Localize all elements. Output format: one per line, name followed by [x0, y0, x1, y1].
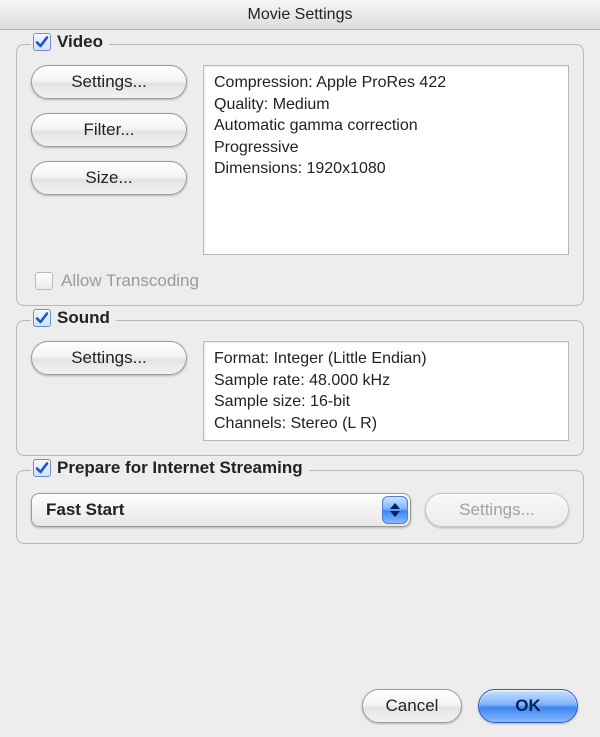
video-info-dimensions: Dimensions: 1920x1080	[214, 158, 558, 180]
sound-group: Sound Settings... Format: Integer (Littl…	[16, 320, 584, 456]
video-info-box: Compression: Apple ProRes 422 Quality: M…	[203, 65, 569, 255]
video-row: Settings... Filter... Size... Compressio…	[31, 65, 569, 255]
video-button-column: Settings... Filter... Size...	[31, 65, 187, 195]
sound-info-format: Format: Integer (Little Endian)	[214, 348, 558, 370]
allow-transcoding-label: Allow Transcoding	[61, 271, 199, 291]
streaming-group: Prepare for Internet Streaming Fast Star…	[16, 470, 584, 544]
allow-transcoding-checkbox	[35, 272, 53, 290]
sound-info-channels: Channels: Stereo (L R)	[214, 413, 558, 435]
sound-info-box: Format: Integer (Little Endian) Sample r…	[203, 341, 569, 441]
streaming-mode-popup[interactable]: Fast Start	[31, 493, 411, 527]
sound-row: Settings... Format: Integer (Little Endi…	[31, 341, 569, 441]
movie-settings-window: Movie Settings Video Settings... Filter.…	[0, 0, 600, 737]
streaming-legend: Prepare for Internet Streaming	[31, 458, 309, 478]
video-size-button[interactable]: Size...	[31, 161, 187, 195]
video-settings-button[interactable]: Settings...	[31, 65, 187, 99]
chevron-down-icon	[390, 511, 400, 517]
check-icon	[35, 461, 49, 475]
video-group: Video Settings... Filter... Size... Comp…	[16, 44, 584, 306]
streaming-checkbox[interactable]	[33, 459, 51, 477]
content-area: Video Settings... Filter... Size... Comp…	[0, 30, 600, 683]
popup-arrows-icon	[382, 496, 408, 524]
titlebar: Movie Settings	[0, 0, 600, 30]
sound-button-column: Settings...	[31, 341, 187, 375]
sound-legend: Sound	[31, 308, 116, 328]
sound-settings-button[interactable]: Settings...	[31, 341, 187, 375]
video-legend: Video	[31, 32, 109, 52]
sound-checkbox[interactable]	[33, 309, 51, 327]
sound-legend-label: Sound	[57, 308, 110, 328]
sound-info-samplesize: Sample size: 16-bit	[214, 391, 558, 413]
window-title: Movie Settings	[248, 6, 353, 24]
video-checkbox[interactable]	[33, 33, 51, 51]
streaming-popup: Fast Start	[31, 493, 411, 527]
chevron-up-icon	[390, 503, 400, 509]
video-filter-button[interactable]: Filter...	[31, 113, 187, 147]
dialog-button-row: Cancel OK	[0, 683, 600, 737]
video-info-quality: Quality: Medium	[214, 94, 558, 116]
video-info-compression: Compression: Apple ProRes 422	[214, 72, 558, 94]
check-icon	[35, 311, 49, 325]
check-icon	[35, 35, 49, 49]
ok-button[interactable]: OK	[478, 689, 578, 723]
allow-transcoding-row: Allow Transcoding	[31, 271, 569, 291]
cancel-button[interactable]: Cancel	[362, 689, 462, 723]
streaming-settings-button: Settings...	[425, 493, 569, 527]
streaming-legend-label: Prepare for Internet Streaming	[57, 458, 303, 478]
streaming-mode-value: Fast Start	[46, 500, 124, 520]
video-info-gamma: Automatic gamma correction	[214, 115, 558, 137]
video-info-scan: Progressive	[214, 137, 558, 159]
sound-info-samplerate: Sample rate: 48.000 kHz	[214, 370, 558, 392]
streaming-row: Fast Start Settings...	[31, 487, 569, 527]
video-legend-label: Video	[57, 32, 103, 52]
